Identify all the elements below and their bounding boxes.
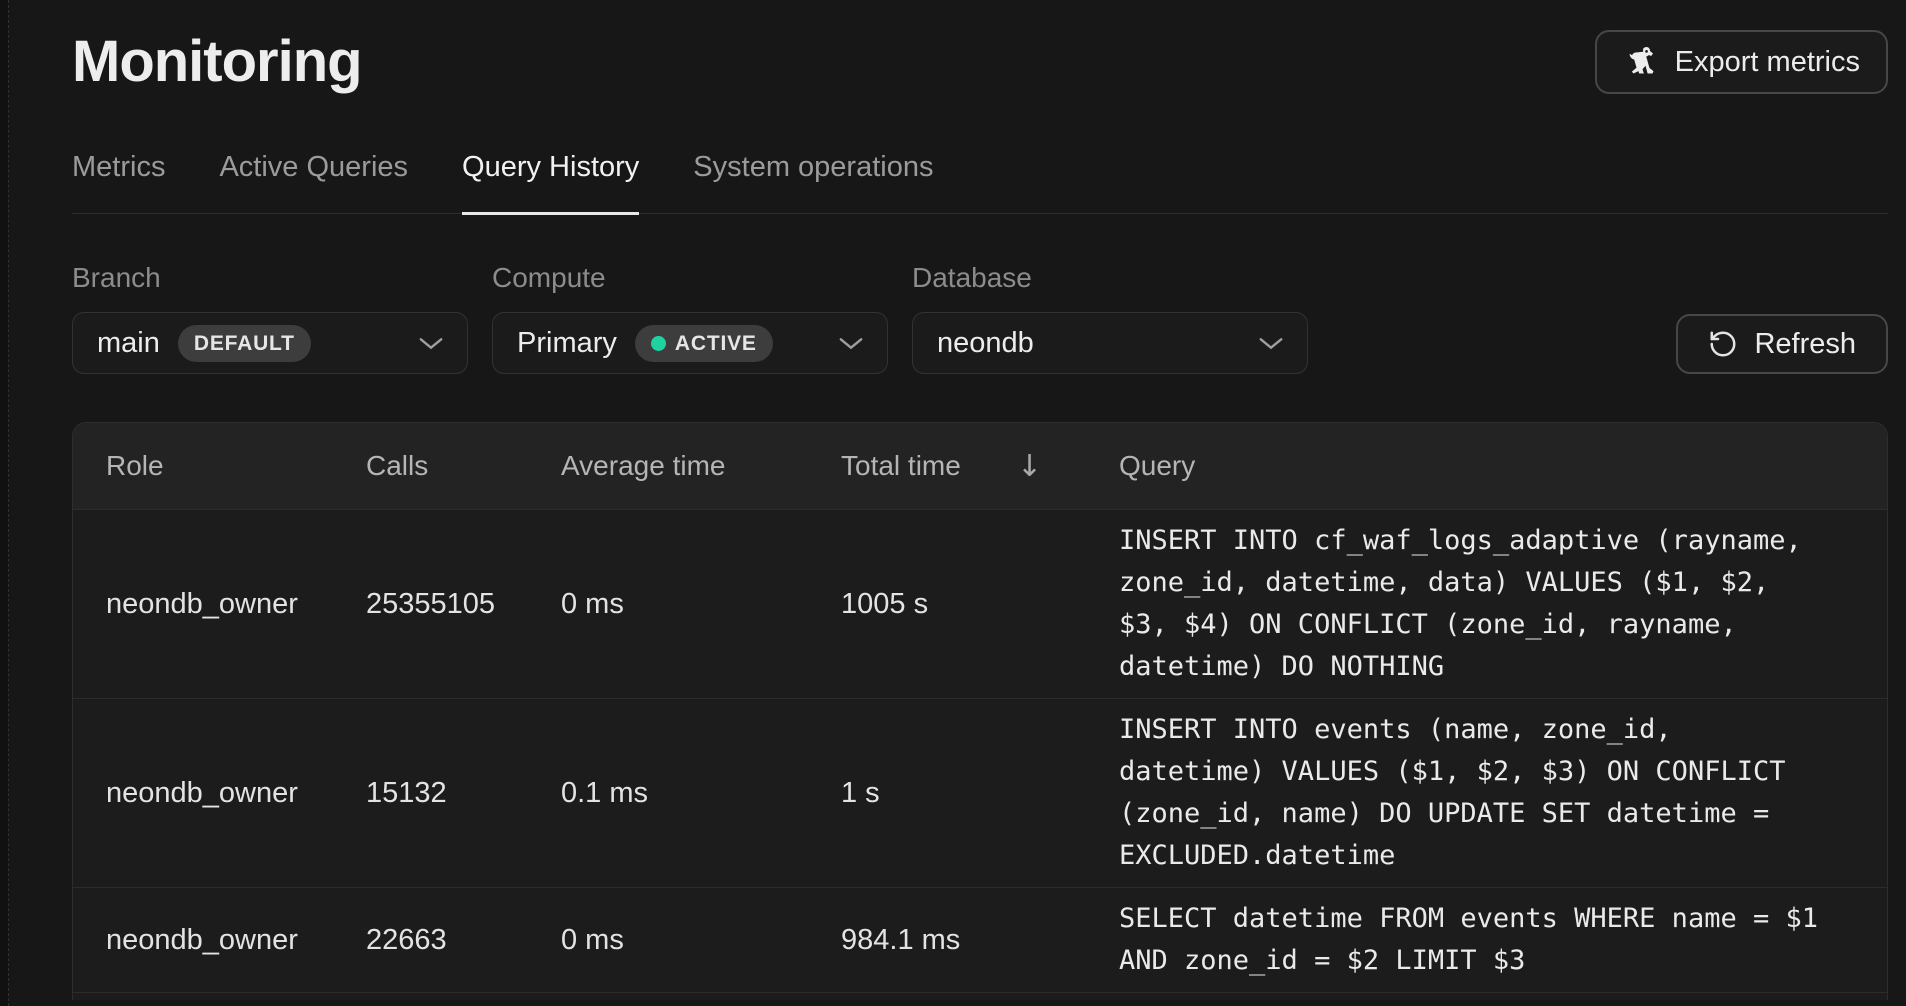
query-cell: INSERT INTO cf_waf_logs_adaptive (raynam… <box>1119 510 1887 698</box>
refresh-button[interactable]: Refresh <box>1676 314 1888 374</box>
table-row: neondb_owner 22663 0 ms 984.1 ms SELECT … <box>73 887 1887 992</box>
column-header-total-time[interactable]: Total time ↓ <box>841 449 1119 484</box>
table-header-row: Role Calls Average time Total time ↓ Que… <box>73 423 1887 509</box>
calls-cell: 15132 <box>366 777 561 810</box>
column-header-query[interactable]: Query <box>1119 450 1887 482</box>
default-badge: DEFAULT <box>178 325 311 362</box>
query-history-table: Role Calls Average time Total time ↓ Que… <box>72 422 1888 1000</box>
total-time-cell: 1 s <box>841 777 1119 810</box>
tab-active-queries[interactable]: Active Queries <box>219 150 408 215</box>
chevron-down-icon <box>419 337 443 350</box>
compute-select[interactable]: Primary ACTIVE <box>492 312 888 374</box>
role-cell: neondb_owner <box>73 588 366 621</box>
tab-bar: Metrics Active Queries Query History Sys… <box>72 150 1888 214</box>
panel-left-border <box>0 0 9 1006</box>
tab-metrics[interactable]: Metrics <box>72 150 165 215</box>
branch-value: main <box>97 327 160 360</box>
total-time-cell: 1005 s <box>841 588 1119 621</box>
table-row: neondb_owner 15132 0.1 ms 1 s INSERT INT… <box>73 698 1887 887</box>
chevron-down-icon <box>839 337 863 350</box>
role-cell: neondb_owner <box>73 777 366 810</box>
refresh-icon <box>1708 329 1738 359</box>
compute-value: Primary <box>517 327 617 360</box>
database-filter: Database neondb <box>912 262 1308 374</box>
sort-desc-icon[interactable]: ↓ <box>1017 449 1042 484</box>
branch-filter: Branch main DEFAULT <box>72 262 468 374</box>
query-cell: SELECT datetime FROM events WHERE name =… <box>1119 888 1887 992</box>
compute-label: Compute <box>492 262 888 294</box>
chevron-down-icon <box>1259 337 1283 350</box>
average-time-cell: 0.1 ms <box>561 777 841 810</box>
query-cell: INSERT INTO events (name, zone_id, datet… <box>1119 699 1887 887</box>
total-time-cell: 984.1 ms <box>841 924 1119 957</box>
tab-system-operations[interactable]: System operations <box>693 150 933 215</box>
column-header-calls[interactable]: Calls <box>366 450 561 482</box>
table-row-clipped <box>73 992 1887 1000</box>
active-status-badge: ACTIVE <box>635 325 773 362</box>
export-metrics-label: Export metrics <box>1675 48 1860 77</box>
filter-bar: Branch main DEFAULT Compute Primary ACTI… <box>72 262 1888 374</box>
table-row: neondb_owner 25355105 0 ms 1005 s INSERT… <box>73 509 1887 698</box>
page-title: Monitoring <box>72 30 362 94</box>
refresh-label: Refresh <box>1754 330 1856 359</box>
database-select[interactable]: neondb <box>912 312 1308 374</box>
branch-label: Branch <box>72 262 468 294</box>
calls-cell: 22663 <box>366 924 561 957</box>
column-header-average-time[interactable]: Average time <box>561 450 841 482</box>
role-cell: neondb_owner <box>73 924 366 957</box>
compute-filter: Compute Primary ACTIVE <box>492 262 888 374</box>
tab-query-history[interactable]: Query History <box>462 150 639 215</box>
database-label: Database <box>912 262 1308 294</box>
datadog-icon <box>1623 44 1659 80</box>
column-header-role[interactable]: Role <box>73 450 366 482</box>
page-header: Monitoring Export metrics <box>72 30 1888 94</box>
average-time-cell: 0 ms <box>561 924 841 957</box>
calls-cell: 25355105 <box>366 588 561 621</box>
monitoring-page: Monitoring Export metrics Metrics Active… <box>72 0 1888 1000</box>
active-status-dot <box>651 336 666 351</box>
average-time-cell: 0 ms <box>561 588 841 621</box>
database-value: neondb <box>937 327 1034 360</box>
export-metrics-button[interactable]: Export metrics <box>1595 30 1888 94</box>
branch-select[interactable]: main DEFAULT <box>72 312 468 374</box>
